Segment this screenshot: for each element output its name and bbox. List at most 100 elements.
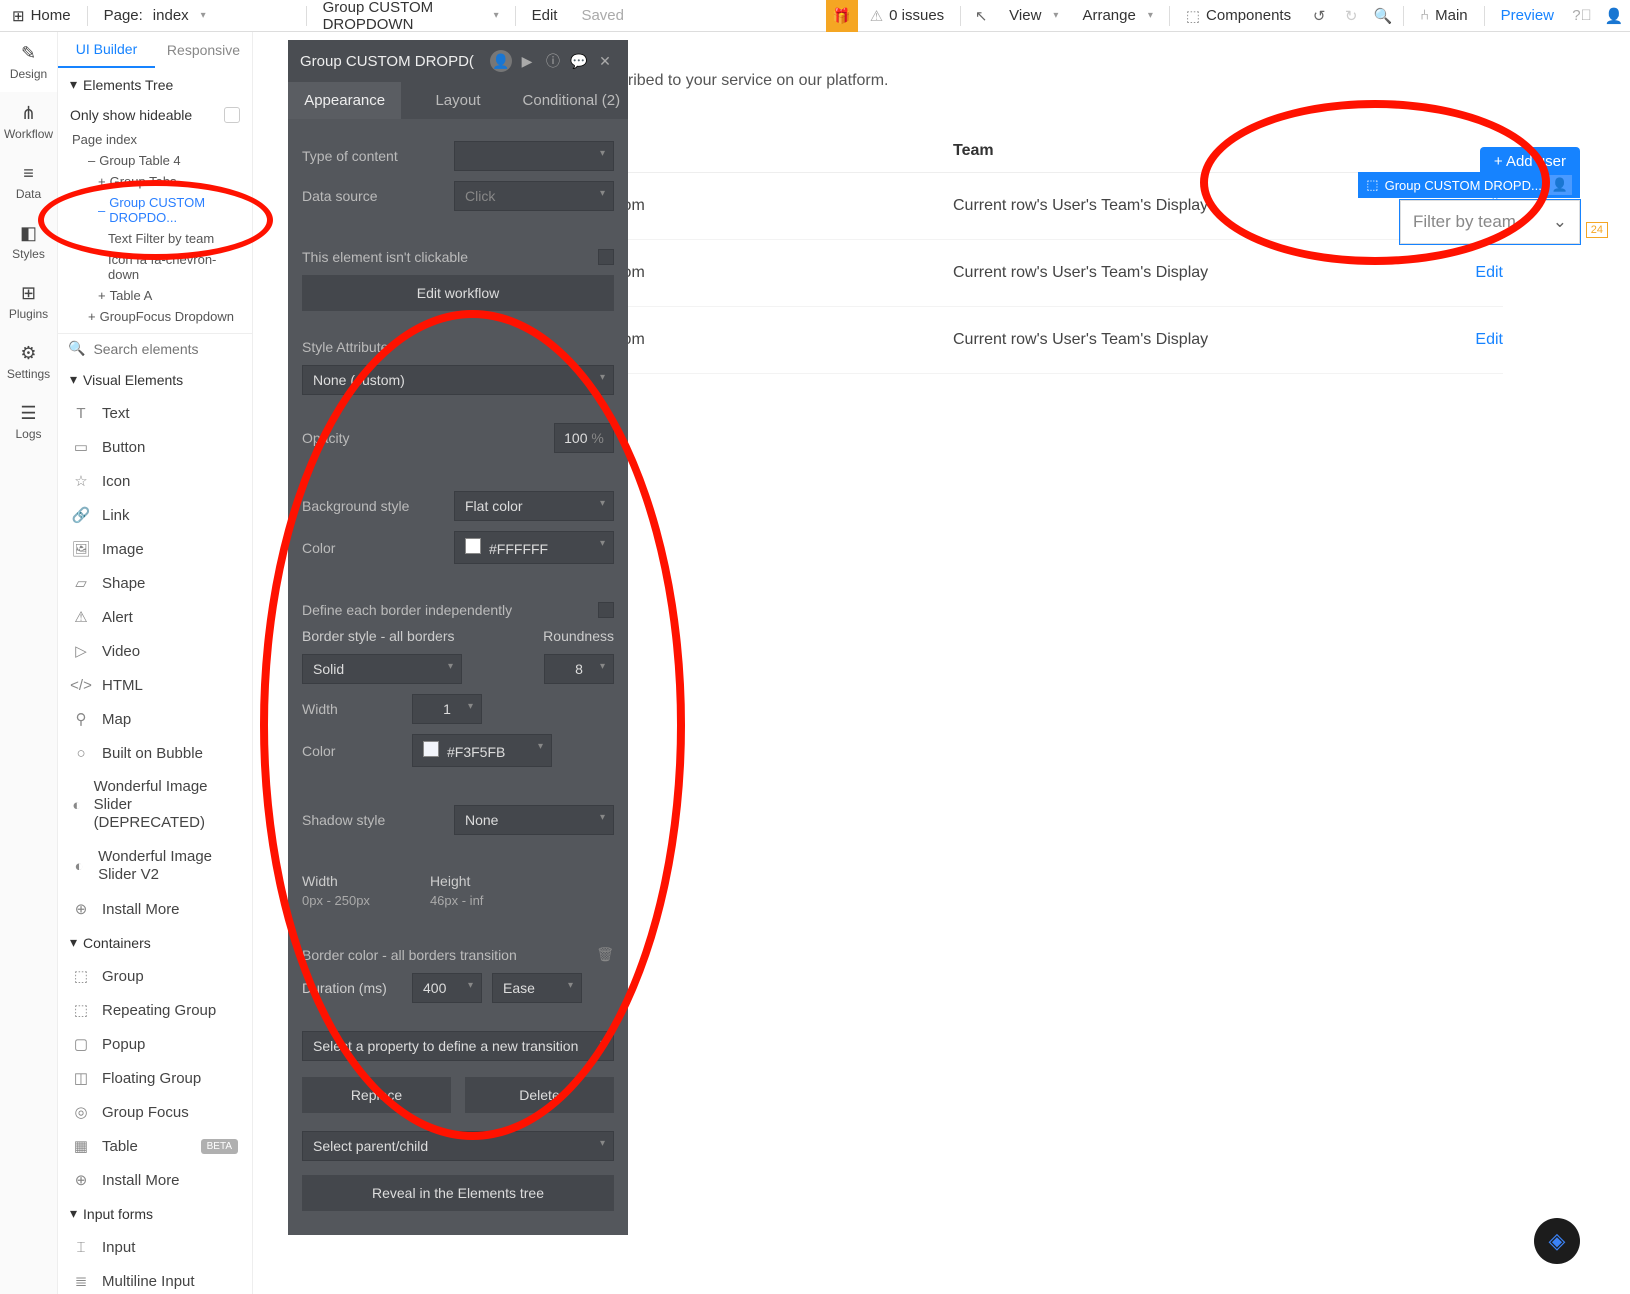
border-style-select[interactable]: Solid — [302, 654, 462, 684]
bg-style-select[interactable]: Flat color — [454, 491, 614, 521]
tree-page[interactable]: Page index — [58, 129, 252, 150]
only-show-hideable[interactable]: Only show hideable — [58, 101, 252, 129]
palette-popup[interactable]: ▢Popup — [58, 1027, 252, 1061]
palette-html[interactable]: </>HTML — [58, 668, 252, 702]
tab-layout[interactable]: Layout — [401, 82, 514, 119]
input-forms-header[interactable]: ▾Input forms — [58, 1197, 252, 1230]
edit-workflow-button[interactable]: Edit workflow — [302, 275, 614, 311]
containers-header[interactable]: ▾Containers — [58, 926, 252, 959]
search-input[interactable] — [93, 341, 253, 357]
replace-button[interactable]: Replace — [302, 1077, 451, 1113]
play-icon[interactable]: ▶ — [516, 50, 538, 72]
select-parent-child[interactable]: Select parent/child — [302, 1131, 614, 1161]
palette-input[interactable]: ⌶Input — [58, 1230, 252, 1264]
palette-group[interactable]: ⬚Group — [58, 959, 252, 993]
page-selector[interactable]: Page: index — [92, 0, 302, 31]
palette-map[interactable]: ⚲Map — [58, 702, 252, 736]
palette-group-focus[interactable]: ◎Group Focus — [58, 1095, 252, 1129]
search-elements[interactable]: 🔍 — [58, 334, 252, 363]
rail-logs[interactable]: ☰Logs — [0, 392, 57, 452]
undo-icon[interactable]: ↺ — [1303, 0, 1335, 32]
palette-shape[interactable]: ▱Shape — [58, 566, 252, 600]
property-panel[interactable]: Group CUSTOM DROPD( 👤 ▶ ⓘ 💬 ✕ Appearance… — [288, 40, 628, 1235]
tab-ui-builder[interactable]: UI Builder — [58, 32, 155, 68]
palette-table[interactable]: ▦TableBETA — [58, 1129, 252, 1163]
rail-workflow[interactable]: ⋔Workflow — [0, 92, 57, 152]
comment-icon[interactable]: 💬 — [568, 50, 590, 72]
palette-floating-group[interactable]: ◫Floating Group — [58, 1061, 252, 1095]
tab-appearance[interactable]: Appearance — [288, 82, 401, 119]
palette-video[interactable]: ▷Video — [58, 634, 252, 668]
close-icon[interactable]: ✕ — [594, 50, 616, 72]
branch-button[interactable]: ⑃ Main — [1408, 0, 1480, 31]
view-menu[interactable]: View — [997, 0, 1070, 31]
palette-text[interactable]: TText — [58, 396, 252, 430]
bg-color-select[interactable]: #FFFFFF — [454, 531, 614, 564]
issues-button[interactable]: ⚠ 0 issues — [858, 0, 956, 31]
tree-item[interactable]: +GroupFocus Dropdown — [58, 306, 252, 327]
style-attribute-select[interactable]: None (custom) — [302, 365, 614, 395]
help-fab[interactable]: ◈ — [1534, 1218, 1580, 1264]
tree-item[interactable]: Icon fa fa-chevron-down — [58, 249, 252, 285]
tree-item[interactable]: +Table A — [58, 285, 252, 306]
palette-install-more[interactable]: ⊕Install More — [58, 892, 252, 926]
info-icon[interactable]: ⓘ — [542, 50, 564, 72]
tab-responsive[interactable]: Responsive — [155, 32, 252, 68]
roundness-select[interactable]: 8 — [544, 654, 614, 684]
rail-design[interactable]: ✎Design — [0, 32, 57, 92]
type-of-content-select[interactable] — [454, 141, 614, 171]
palette-multiline[interactable]: ≣Multiline Input — [58, 1264, 252, 1294]
duration-select[interactable]: 400 — [412, 973, 482, 1003]
selected-element-tag[interactable]: ⬚ Group CUSTOM DROPD... 👤 — [1358, 172, 1580, 198]
rail-settings[interactable]: ⚙Settings — [0, 332, 57, 392]
tree-item-selected[interactable]: –Group CUSTOM DROPDO... — [58, 192, 252, 228]
palette-repeating-group[interactable]: ⬚Repeating Group — [58, 993, 252, 1027]
palette-slider-dep[interactable]: ◐Wonderful Image Slider (DEPRECATED) — [58, 770, 252, 840]
clickable-checkbox[interactable] — [598, 249, 614, 265]
components-button[interactable]: ⬚ Components — [1174, 0, 1303, 31]
help-icon[interactable]: ?⃝ — [1566, 0, 1598, 32]
shadow-style-select[interactable]: None — [454, 805, 614, 835]
filter-dropdown[interactable]: Filter by team ⌄ — [1400, 200, 1580, 244]
palette-install-more-2[interactable]: ⊕Install More — [58, 1163, 252, 1197]
preview-button[interactable]: Preview — [1489, 0, 1566, 31]
define-borders-checkbox[interactable] — [598, 602, 614, 618]
home-button[interactable]: ⊞ Home — [0, 0, 83, 31]
element-selector[interactable]: Group CUSTOM DROPDOWN — [311, 0, 511, 31]
palette-icon[interactable]: ☆Icon — [58, 464, 252, 498]
border-width-select[interactable]: 1 — [412, 694, 482, 724]
elements-tree-header[interactable]: ▾Elements Tree — [58, 68, 252, 101]
data-source-select[interactable]: Click — [454, 181, 614, 211]
easing-select[interactable]: Ease — [492, 973, 582, 1003]
trash-icon[interactable]: 🗑 — [596, 946, 614, 963]
rail-data[interactable]: ≡Data — [0, 152, 57, 212]
arrange-menu[interactable]: Arrange — [1070, 0, 1164, 31]
palette-image[interactable]: 🖼Image — [58, 532, 252, 566]
edit-link[interactable]: Edit — [1443, 331, 1503, 349]
rail-styles[interactable]: ◧Styles — [0, 212, 57, 272]
tree-item[interactable]: +Group Tabs — [58, 171, 252, 192]
rail-plugins[interactable]: ⊞Plugins — [0, 272, 57, 332]
delete-button[interactable]: Delete — [465, 1077, 614, 1113]
redo-icon[interactable]: ↻ — [1335, 0, 1367, 32]
tree-item[interactable]: –Group Table 4 — [58, 150, 252, 171]
palette-link[interactable]: 🔗Link — [58, 498, 252, 532]
palette-alert[interactable]: ⚠Alert — [58, 600, 252, 634]
search-icon[interactable]: 🔍 — [1367, 0, 1399, 32]
edit-link[interactable]: Edit — [1443, 264, 1503, 282]
new-transition-select[interactable]: Select a property to define a new transi… — [302, 1031, 614, 1061]
checkbox[interactable] — [224, 107, 240, 123]
visual-elements-header[interactable]: ▾Visual Elements — [58, 363, 252, 396]
palette-slider-v2[interactable]: ◐Wonderful Image Slider V2 — [58, 840, 252, 892]
tab-conditional[interactable]: Conditional (2) — [515, 82, 628, 119]
cursor-icon[interactable]: ↖ — [965, 0, 997, 32]
palette-built-on-bubble[interactable]: ○Built on Bubble — [58, 736, 252, 770]
user-avatar-icon[interactable]: 👤 — [1598, 0, 1630, 32]
tree-item[interactable]: Text Filter by team — [58, 228, 252, 249]
palette-button[interactable]: ▭Button — [58, 430, 252, 464]
opacity-input[interactable]: 100 % — [554, 423, 614, 453]
border-color-select[interactable]: #F3F5FB — [412, 734, 552, 767]
user-icon[interactable]: 👤 — [490, 50, 512, 72]
reveal-button[interactable]: Reveal in the Elements tree — [302, 1175, 614, 1211]
gift-icon[interactable]: 🎁 — [826, 0, 858, 32]
